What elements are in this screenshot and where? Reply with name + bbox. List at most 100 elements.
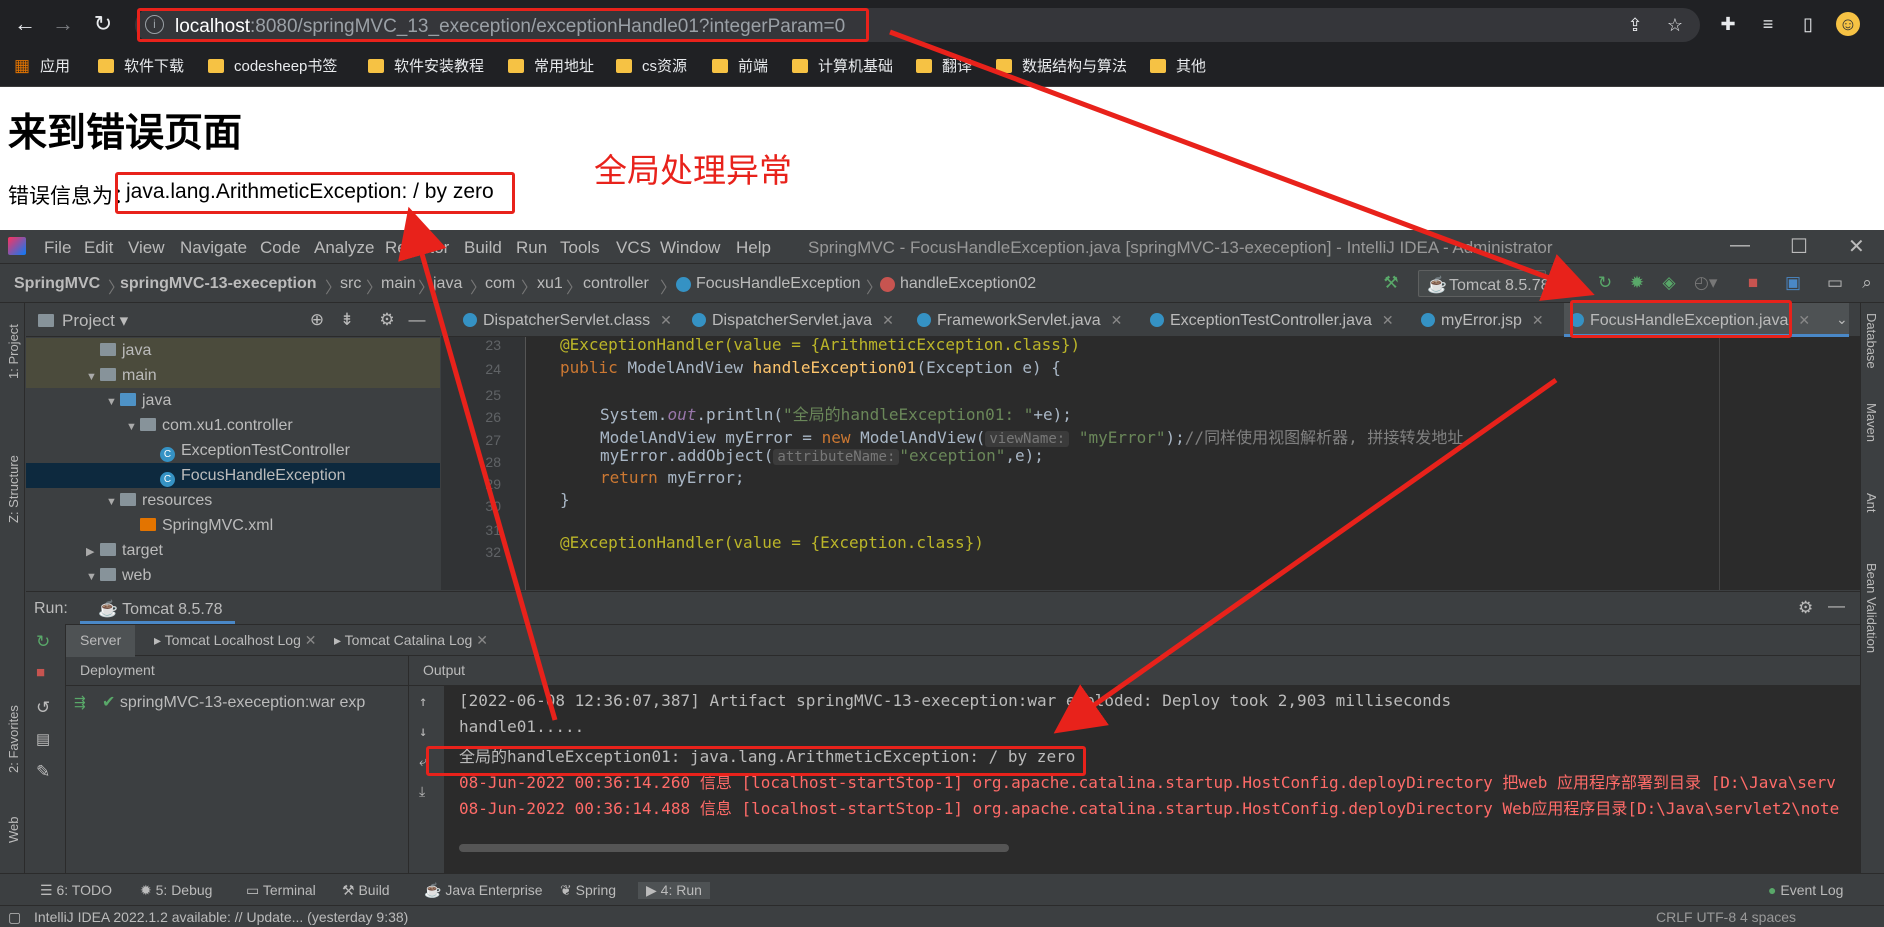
stop-icon[interactable]: ■ xyxy=(36,664,45,681)
project-structure-icon[interactable]: ▣ xyxy=(1782,272,1804,294)
rerun-icon[interactable]: ↻ xyxy=(36,632,50,652)
hide-icon[interactable]: — xyxy=(1828,596,1845,616)
menu-edit[interactable]: Edit xyxy=(84,238,113,258)
tab-list-icon[interactable]: ⌄ xyxy=(1836,311,1848,328)
pin-icon[interactable]: ✎ xyxy=(36,762,50,782)
tab-dispatcherservlet-java[interactable]: DispatcherServlet.java ✕ xyxy=(686,303,894,337)
settings-icon[interactable]: ⚙ xyxy=(376,309,398,331)
forward-icon[interactable]: → xyxy=(48,9,78,39)
menu-tools[interactable]: Tools xyxy=(560,238,600,258)
reload-icon[interactable]: ↻ xyxy=(88,9,118,39)
profile-icon[interactable]: ◴▾ xyxy=(1694,272,1717,294)
menu-run[interactable]: Run xyxy=(516,238,547,258)
tree-item[interactable]: ▼ java xyxy=(26,388,440,413)
tree-item[interactable]: java xyxy=(26,338,440,363)
tree-item[interactable]: ▶ target xyxy=(26,538,440,563)
bookmark-item[interactable]: 翻译 xyxy=(916,57,972,77)
restart-icon[interactable]: ↺ xyxy=(36,698,50,718)
hammer-icon[interactable]: ⚒ xyxy=(1380,272,1402,294)
debug-icon[interactable]: ✹ xyxy=(1626,272,1648,294)
bookmark-item[interactable]: 软件安装教程 xyxy=(368,57,484,77)
breadcrumb-project[interactable]: SpringMVC xyxy=(14,275,100,293)
run-config-tab[interactable]: ☕ Tomcat 8.5.78 xyxy=(80,592,235,624)
tab-localhost-log[interactable]: ▸ Tomcat Localhost Log ✕ xyxy=(154,632,317,649)
menu-vcs[interactable]: VCS xyxy=(616,238,651,258)
bookmark-item[interactable]: 前端 xyxy=(712,57,768,77)
down-icon[interactable]: ↓ xyxy=(419,724,427,740)
menu-view[interactable]: View xyxy=(128,238,165,258)
layout-icon[interactable]: ▭ xyxy=(1824,272,1846,294)
breadcrumb-item[interactable]: java xyxy=(433,275,462,293)
tree-item[interactable]: C ExceptionTestController xyxy=(26,438,440,463)
locate-icon[interactable]: ⊕ xyxy=(306,309,328,331)
tab-dispatcherservlet-class[interactable]: DispatcherServlet.class ✕ xyxy=(457,303,672,337)
back-icon[interactable]: ← xyxy=(10,9,40,39)
scroll-end-icon[interactable]: ⤓ xyxy=(419,784,425,800)
settings-icon[interactable]: ⚙ xyxy=(1798,598,1813,618)
bookmark-item[interactable]: 计算机基础 xyxy=(792,57,893,77)
tool-run[interactable]: ▶ 4: Run xyxy=(638,882,710,899)
run-config-select[interactable]: ☕ Tomcat 8.5.78 ▾ xyxy=(1418,270,1562,297)
up-icon[interactable]: ↑ xyxy=(419,694,427,710)
artifact-item[interactable]: ✔ springMVC-13-exeception:war exp xyxy=(102,692,365,712)
menu-window[interactable]: Window xyxy=(660,238,720,258)
status-message[interactable]: IntelliJ IDEA 2022.1.2 available: // Upd… xyxy=(34,909,408,925)
star-icon[interactable]: ☆ xyxy=(1663,13,1687,37)
menu-help[interactable]: Help xyxy=(736,238,771,258)
breadcrumb-item[interactable]: src xyxy=(340,275,361,293)
bookmark-item[interactable]: 常用地址 xyxy=(508,57,594,77)
extensions-icon[interactable]: ✚ xyxy=(1716,12,1740,36)
breadcrumb-method[interactable]: handleException02 xyxy=(880,275,1036,293)
tool-bean-validation[interactable]: Bean Validation xyxy=(1864,563,1879,653)
collapse-icon[interactable]: ⇟ xyxy=(336,309,358,331)
hide-icon[interactable]: — xyxy=(406,309,428,331)
breadcrumb-module[interactable]: springMVC-13-exeception xyxy=(120,275,316,293)
menu-file[interactable]: File xyxy=(44,238,71,258)
tree-item[interactable]: ▼ resources xyxy=(26,488,440,513)
close-icon[interactable]: ✕ xyxy=(1848,234,1865,259)
tab-exceptiontestcontroller[interactable]: ExceptionTestController.java ✕ xyxy=(1144,303,1394,337)
minimize-icon[interactable]: — xyxy=(1730,234,1750,257)
share-icon[interactable]: ⇪ xyxy=(1623,13,1647,37)
bookmark-item[interactable]: 数据结构与算法 xyxy=(996,57,1127,77)
tree-item[interactable]: C FocusHandleException xyxy=(26,463,440,488)
project-view-select[interactable]: Project ▾ xyxy=(62,311,128,331)
bookmark-item[interactable]: 软件下载 xyxy=(98,57,184,77)
bookmark-item[interactable]: codesheep书签 xyxy=(208,57,337,77)
breadcrumb-class[interactable]: FocusHandleException xyxy=(676,275,861,293)
tool-project[interactable]: 1: Project xyxy=(6,324,21,379)
horizontal-scrollbar[interactable] xyxy=(459,844,1009,852)
status-encoding[interactable]: CRLF UTF-8 4 spaces xyxy=(1656,909,1796,925)
tool-ant[interactable]: Ant xyxy=(1864,493,1879,513)
breadcrumb-item[interactable]: com xyxy=(485,275,515,293)
rerun-icon[interactable]: ↻ xyxy=(1594,272,1616,294)
coverage-icon[interactable]: ◈ xyxy=(1658,272,1680,294)
layout-icon[interactable]: ▤ xyxy=(36,730,50,748)
tool-debug[interactable]: ✹ 5: Debug xyxy=(140,882,212,899)
breadcrumb-item[interactable]: xu1 xyxy=(537,275,563,293)
menu-code[interactable]: Code xyxy=(260,238,301,258)
menu-build[interactable]: Build xyxy=(464,238,502,258)
deploy-icon[interactable]: ⇶ xyxy=(74,694,86,711)
tool-web[interactable]: Web xyxy=(6,817,21,844)
tool-maven[interactable]: Maven xyxy=(1864,403,1879,442)
tool-todo[interactable]: ☰ 6: TODO xyxy=(40,882,112,899)
tool-database[interactable]: Database xyxy=(1864,313,1879,369)
tool-spring[interactable]: ❦ Spring xyxy=(560,882,616,899)
tool-terminal[interactable]: ▭ Terminal xyxy=(246,882,316,899)
search-icon[interactable]: ⌕ xyxy=(1856,272,1878,294)
stop-icon[interactable]: ■ xyxy=(1742,272,1764,294)
breadcrumb-item[interactable]: controller xyxy=(583,275,649,293)
tool-build[interactable]: ⚒ Build xyxy=(342,882,390,899)
bookmark-apps[interactable]: 应用 xyxy=(14,56,70,77)
tool-structure[interactable]: Z: Structure xyxy=(6,455,21,523)
tab-catalina-log[interactable]: ▸ Tomcat Catalina Log ✕ xyxy=(334,632,488,649)
tree-item[interactable]: ▼ main xyxy=(26,363,440,388)
tree-item[interactable]: ▼ com.xu1.controller xyxy=(26,413,440,438)
tab-server[interactable]: Server xyxy=(66,625,136,657)
tool-java-enterprise[interactable]: ☕ Java Enterprise xyxy=(424,882,543,899)
bookmark-item[interactable]: 其他 xyxy=(1150,57,1206,77)
tab-myerror-jsp[interactable]: myError.jsp ✕ xyxy=(1415,303,1544,337)
menu-refactor[interactable]: Refactor xyxy=(385,238,449,258)
maximize-icon[interactable]: ☐ xyxy=(1790,234,1808,259)
